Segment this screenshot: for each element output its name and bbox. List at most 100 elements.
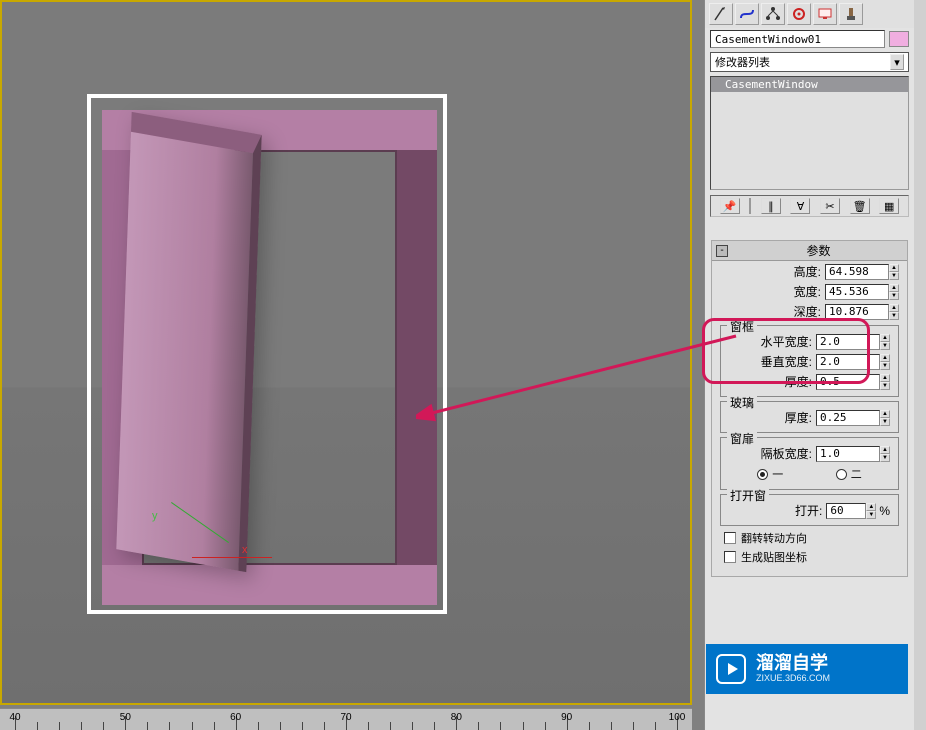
object-color-swatch[interactable] (889, 31, 909, 47)
spinner-up-icon[interactable]: ▲ (880, 410, 890, 418)
time-ruler[interactable]: 405060708090100 (0, 708, 692, 730)
spinner-up-icon[interactable]: ▲ (889, 264, 899, 272)
frame-hwidth-spinner[interactable]: ▲▼ (816, 334, 890, 350)
width-input[interactable] (825, 284, 889, 300)
modifier-stack-toolbar: 📌 ∥ ∀ ✂ 🗑 ▦ (710, 195, 909, 217)
casement-group: 窗扉 隔板宽度: ▲▼ 一 二 (720, 437, 899, 490)
checkbox-icon (724, 532, 736, 544)
rollout-toggle-icon[interactable]: - (716, 245, 728, 257)
frame-group: 窗框 水平宽度: ▲▼ 垂直宽度: ▲▼ 厚度: ▲▼ (720, 325, 899, 397)
ruler-tick-label: 90 (561, 712, 572, 723)
separator (749, 198, 751, 214)
frame-vwidth-input[interactable] (816, 354, 880, 370)
frame-thickness-label: 厚度: (729, 373, 816, 390)
make-unique-icon[interactable]: ∀ (790, 198, 810, 214)
play-icon (716, 654, 746, 684)
viewport-canvas[interactable]: x y (2, 2, 690, 703)
spinner-up-icon[interactable]: ▲ (889, 304, 899, 312)
open-group-label: 打开窗 (727, 487, 769, 504)
spinner-down-icon[interactable]: ▼ (889, 312, 899, 320)
object-name-input[interactable] (710, 30, 885, 48)
panels-two-radio[interactable]: 二 (836, 466, 862, 482)
frame-hwidth-label: 水平宽度: (729, 333, 816, 350)
modifier-stack-item[interactable]: CasementWindow (711, 77, 908, 92)
frame-vwidth-spinner[interactable]: ▲▼ (816, 354, 890, 370)
panels-one-label: 一 (772, 466, 783, 482)
flip-swing-checkbox[interactable]: 翻转转动方向 (724, 530, 895, 546)
frame-thickness-input[interactable] (816, 374, 880, 390)
height-spinner[interactable]: ▲▼ (825, 264, 899, 280)
modify-tab-icon[interactable] (735, 3, 759, 25)
spinner-down-icon[interactable]: ▼ (880, 362, 890, 370)
height-label: 高度: (720, 263, 825, 280)
percent-label: % (879, 504, 890, 518)
command-panel: 修改器列表 ▾ CasementWindow 📌 ∥ ∀ ✂ 🗑 ▦ - 参数 … (704, 0, 914, 730)
configure-sets-icon[interactable]: 🗑 (850, 198, 870, 214)
spinner-down-icon[interactable]: ▼ (880, 418, 890, 426)
ruler-tick-label: 50 (120, 712, 131, 723)
spinner-down-icon[interactable]: ▼ (889, 272, 899, 280)
panels-two-label: 二 (851, 466, 862, 482)
spinner-down-icon[interactable]: ▼ (866, 511, 876, 519)
spinner-up-icon[interactable]: ▲ (880, 334, 890, 342)
axis-x-line (192, 557, 272, 558)
glass-thickness-label: 厚度: (729, 409, 816, 426)
watermark-badge: 溜溜自学 ZIXUE.3D66.COM (706, 644, 908, 694)
frame-thickness-spinner[interactable]: ▲▼ (816, 374, 890, 390)
gen-map-coords-label: 生成贴图坐标 (741, 549, 807, 565)
depth-input[interactable] (825, 304, 889, 320)
gen-map-coords-checkbox[interactable]: 生成贴图坐标 (724, 549, 895, 565)
command-panel-tabs (705, 0, 914, 28)
viewport[interactable]: x y (0, 0, 692, 705)
height-input[interactable] (825, 264, 889, 280)
spinner-down-icon[interactable]: ▼ (880, 342, 890, 350)
glass-thickness-spinner[interactable]: ▲▼ (816, 410, 890, 426)
glass-group: 玻璃 厚度: ▲▼ (720, 401, 899, 433)
modifier-list-label: 修改器列表 (715, 54, 770, 70)
open-group: 打开窗 打开: ▲▼ % (720, 494, 899, 526)
panel-width-input[interactable] (816, 446, 880, 462)
spinner-down-icon[interactable]: ▼ (880, 454, 890, 462)
pin-stack-icon[interactable]: 📌 (720, 198, 740, 214)
panel-width-spinner[interactable]: ▲▼ (816, 446, 890, 462)
width-spinner[interactable]: ▲▼ (825, 284, 899, 300)
parameters-rollout: - 参数 高度: ▲▼ 宽度: ▲▼ 深度: ▲▼ 窗框 (711, 240, 908, 577)
window-sash-3d (116, 112, 261, 572)
modifier-list-dropdown[interactable]: 修改器列表 ▾ (710, 52, 909, 72)
radio-icon (836, 469, 847, 480)
axis-x-label: x (242, 544, 248, 556)
create-tab-icon[interactable] (709, 3, 733, 25)
display-tab-icon[interactable] (813, 3, 837, 25)
open-spinner[interactable]: ▲▼ (826, 503, 876, 519)
frame-vwidth-label: 垂直宽度: (729, 353, 816, 370)
spinner-down-icon[interactable]: ▼ (889, 292, 899, 300)
spinner-up-icon[interactable]: ▲ (880, 446, 890, 454)
motion-tab-icon[interactable] (787, 3, 811, 25)
spinner-up-icon[interactable]: ▲ (889, 284, 899, 292)
remove-modifier-icon[interactable]: ✂ (820, 198, 840, 214)
spinner-up-icon[interactable]: ▲ (880, 354, 890, 362)
ruler-tick-label: 70 (340, 712, 351, 723)
open-label: 打开: (729, 502, 826, 519)
open-input[interactable] (826, 503, 866, 519)
spinner-up-icon[interactable]: ▲ (866, 503, 876, 511)
ruler-tick-label: 40 (9, 712, 20, 723)
checkbox-icon (724, 551, 736, 563)
spinner-down-icon[interactable]: ▼ (880, 382, 890, 390)
utilities-tab-icon[interactable] (839, 3, 863, 25)
radio-icon (757, 469, 768, 480)
panels-one-radio[interactable]: 一 (757, 466, 783, 482)
depth-spinner[interactable]: ▲▼ (825, 304, 899, 320)
frame-hwidth-input[interactable] (816, 334, 880, 350)
panel-width-label: 隔板宽度: (729, 445, 816, 462)
rollout-title: 参数 (734, 242, 903, 259)
right-margin-strip (912, 0, 926, 730)
show-end-result-icon[interactable]: ∥ (761, 198, 781, 214)
hierarchy-tab-icon[interactable] (761, 3, 785, 25)
glass-thickness-input[interactable] (816, 410, 880, 426)
axis-y-label: y (152, 510, 158, 522)
modifier-stack[interactable]: CasementWindow (710, 76, 909, 190)
rollout-header[interactable]: - 参数 (712, 241, 907, 261)
stack-options-icon[interactable]: ▦ (879, 198, 899, 214)
spinner-up-icon[interactable]: ▲ (880, 374, 890, 382)
